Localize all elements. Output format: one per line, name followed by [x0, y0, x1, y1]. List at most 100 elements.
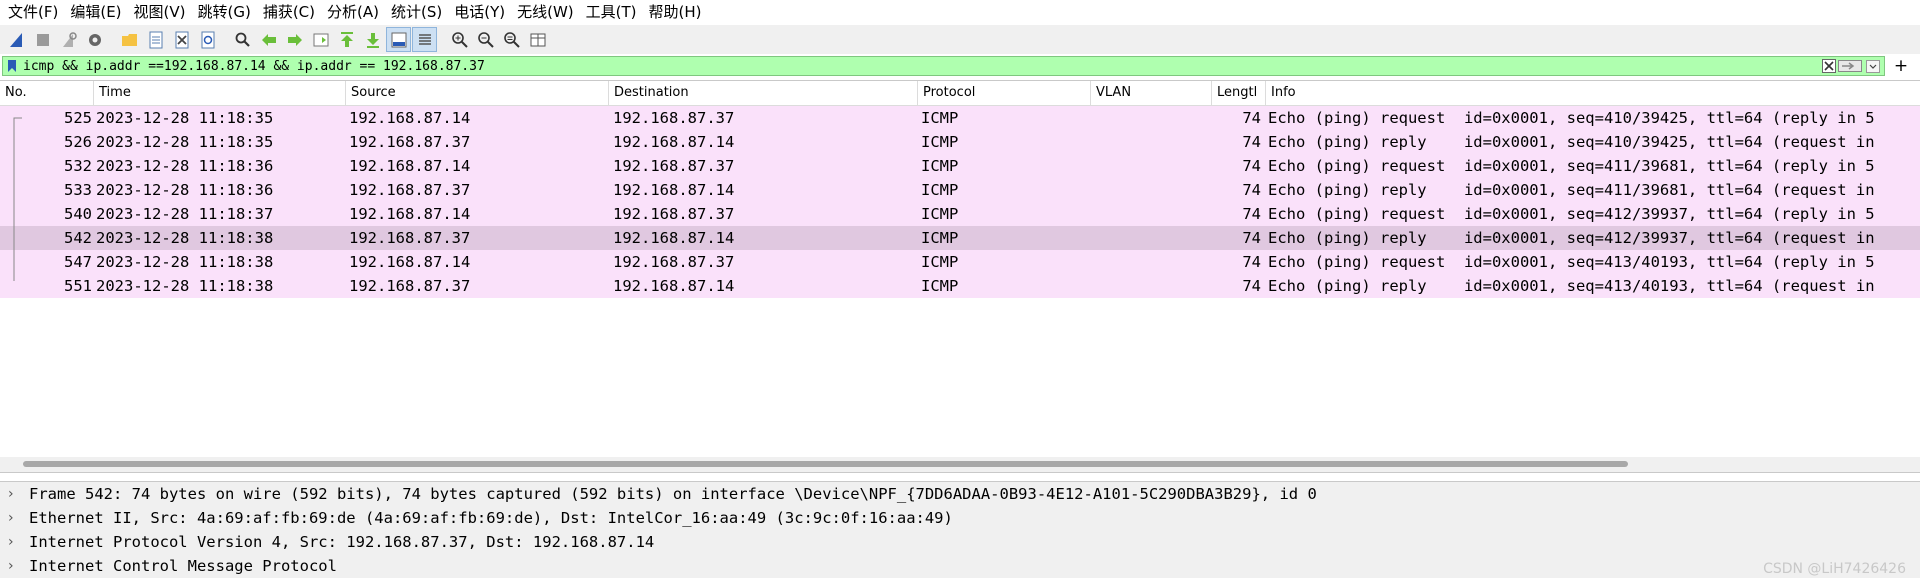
packet-destination: 192.168.87.37	[613, 109, 735, 127]
clear-filter-icon[interactable]	[1822, 59, 1836, 73]
zoom-out-icon[interactable]	[473, 27, 498, 52]
packet-protocol: ICMP	[921, 277, 959, 295]
packet-source: 192.168.87.37	[349, 133, 471, 151]
packet-time: 2023-12-28 11:18:35	[96, 109, 274, 127]
packet-info: Echo (ping) request id=0x0001, seq=411/3…	[1268, 157, 1875, 175]
display-filter-input[interactable]: icmp && ip.addr ==192.168.87.14 && ip.ad…	[2, 56, 1885, 76]
zoom-in-icon[interactable]	[447, 27, 472, 52]
menu-tools[interactable]: 工具(T)	[582, 0, 645, 25]
packet-list-header: No. Time Source Destination Protocol VLA…	[0, 81, 1920, 106]
packet-destination: 192.168.87.37	[613, 205, 735, 223]
packet-length: 74	[1242, 277, 1261, 295]
watermark: CSDN @LiH7426426	[1763, 561, 1906, 577]
column-header-protocol[interactable]: Protocol	[918, 81, 1091, 105]
menu-statistics[interactable]: 统计(S)	[387, 0, 450, 25]
find-packet-icon[interactable]	[230, 27, 255, 52]
packet-info: Echo (ping) reply id=0x0001, seq=412/399…	[1268, 229, 1875, 247]
go-first-icon[interactable]	[334, 27, 359, 52]
open-file-icon[interactable]	[117, 27, 142, 52]
chevron-right-icon[interactable]: ›	[8, 482, 20, 506]
packet-source: 192.168.87.14	[349, 109, 471, 127]
packet-time: 2023-12-28 11:18:36	[96, 157, 274, 175]
menu-edit[interactable]: 编辑(E)	[66, 0, 129, 25]
menu-telephony[interactable]: 电话(Y)	[450, 0, 513, 25]
packet-protocol: ICMP	[921, 205, 959, 223]
column-header-length[interactable]: Lengtl	[1212, 81, 1266, 105]
stop-capture-icon[interactable]	[30, 27, 55, 52]
menu-file[interactable]: 文件(F)	[4, 0, 66, 25]
packet-length: 74	[1242, 133, 1261, 151]
detail-row-ipv4[interactable]: › Internet Protocol Version 4, Src: 192.…	[0, 530, 1920, 554]
table-row[interactable]: 540 2023-12-28 11:18:37 192.168.87.14 192.1…	[0, 202, 1920, 226]
column-header-time[interactable]: Time	[94, 81, 346, 105]
menu-analyze[interactable]: 分析(A)	[323, 0, 387, 25]
bookmark-icon[interactable]	[7, 59, 17, 73]
reload-file-icon[interactable]	[195, 27, 220, 52]
packet-source: 192.168.87.37	[349, 229, 471, 247]
detail-row-frame[interactable]: › Frame 542: 74 bytes on wire (592 bits)…	[0, 482, 1920, 506]
column-header-info[interactable]: Info	[1266, 81, 1920, 105]
menu-wireless[interactable]: 无线(W)	[513, 0, 582, 25]
save-file-icon[interactable]	[143, 27, 168, 52]
packet-protocol: ICMP	[921, 109, 959, 127]
table-row[interactable]: 542 2023-12-28 11:18:38 192.168.87.37 192.1…	[0, 226, 1920, 250]
packet-info: Echo (ping) request id=0x0001, seq=412/3…	[1268, 205, 1875, 223]
menu-view[interactable]: 视图(V)	[130, 0, 194, 25]
packet-time: 2023-12-28 11:18:37	[96, 205, 274, 223]
menu-capture[interactable]: 捕获(C)	[259, 0, 323, 25]
packet-destination: 192.168.87.37	[613, 157, 735, 175]
table-row[interactable]: 525 2023-12-28 11:18:35 192.168.87.14 192.1…	[0, 106, 1920, 130]
packet-length: 74	[1242, 109, 1261, 127]
colorize-icon[interactable]	[412, 27, 437, 52]
column-header-destination[interactable]: Destination	[609, 81, 918, 105]
packet-time: 2023-12-28 11:18:35	[96, 133, 274, 151]
chevron-right-icon[interactable]: ›	[8, 554, 20, 578]
packet-source: 192.168.87.37	[349, 181, 471, 199]
horizontal-scrollbar[interactable]	[0, 457, 1920, 472]
go-back-icon[interactable]	[256, 27, 281, 52]
packet-length: 74	[1242, 205, 1261, 223]
packet-length: 74	[1242, 181, 1261, 199]
packet-destination: 192.168.87.14	[613, 133, 735, 151]
packet-destination: 192.168.87.14	[613, 277, 735, 295]
zoom-normal-icon[interactable]	[499, 27, 524, 52]
scrollbar-thumb[interactable]	[23, 461, 1628, 467]
table-row[interactable]: 547 2023-12-28 11:18:38 192.168.87.14 192.1…	[0, 250, 1920, 274]
chevron-right-icon[interactable]: ›	[8, 530, 20, 554]
chevron-right-icon[interactable]: ›	[8, 506, 20, 530]
apply-filter-icon[interactable]	[1838, 60, 1862, 72]
detail-row-ethernet[interactable]: › Ethernet II, Src: 4a:69:af:fb:69:de (4…	[0, 506, 1920, 530]
packet-length: 74	[1242, 253, 1261, 271]
close-file-icon[interactable]	[169, 27, 194, 52]
display-filter-bar: icmp && ip.addr ==192.168.87.14 && ip.ad…	[0, 55, 1920, 77]
packet-protocol: ICMP	[921, 133, 959, 151]
go-forward-icon[interactable]	[282, 27, 307, 52]
shark-fin-start-icon[interactable]	[4, 27, 29, 52]
table-row[interactable]: 533 2023-12-28 11:18:36 192.168.87.37 192.1…	[0, 178, 1920, 202]
add-filter-button[interactable]: +	[1891, 55, 1911, 77]
table-row[interactable]: 551 2023-12-28 11:18:38 192.168.87.37 192.1…	[0, 274, 1920, 298]
packet-source: 192.168.87.37	[349, 277, 471, 295]
chevron-down-icon[interactable]	[1866, 60, 1880, 73]
main-toolbar	[0, 25, 1920, 54]
packet-protocol: ICMP	[921, 229, 959, 247]
detail-row-icmp[interactable]: › Internet Control Message Protocol	[0, 554, 1920, 578]
column-header-source[interactable]: Source	[346, 81, 609, 105]
packet-destination: 192.168.87.14	[613, 181, 735, 199]
table-row[interactable]: 532 2023-12-28 11:18:36 192.168.87.14 192.1…	[0, 154, 1920, 178]
menu-go[interactable]: 跳转(G)	[194, 0, 259, 25]
related-packets-indicator	[13, 117, 22, 281]
packet-protocol: ICMP	[921, 181, 959, 199]
packet-list: No. Time Source Destination Protocol VLA…	[0, 80, 1920, 473]
restart-capture-icon[interactable]	[56, 27, 81, 52]
resize-columns-icon[interactable]	[525, 27, 550, 52]
column-header-vlan[interactable]: VLAN	[1091, 81, 1212, 105]
autoscroll-icon[interactable]	[386, 27, 411, 52]
go-last-icon[interactable]	[360, 27, 385, 52]
menu-help[interactable]: 帮助(H)	[645, 0, 710, 25]
go-to-packet-icon[interactable]	[308, 27, 333, 52]
capture-options-icon[interactable]	[82, 27, 107, 52]
packet-destination: 192.168.87.37	[613, 253, 735, 271]
table-row[interactable]: 526 2023-12-28 11:18:35 192.168.87.37 192.1…	[0, 130, 1920, 154]
filter-expression[interactable]: icmp && ip.addr ==192.168.87.14 && ip.ad…	[23, 59, 485, 74]
